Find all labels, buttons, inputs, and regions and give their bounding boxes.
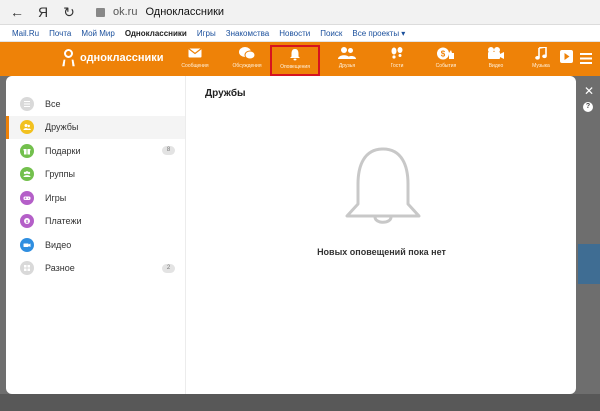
sidebar-item-misc[interactable]: Разное 2 xyxy=(6,257,185,281)
misc-count-badge: 2 xyxy=(162,263,175,273)
portal-links-bar: Mail.Ru Почта Мой Мир Одноклассники Игры… xyxy=(0,25,600,42)
notifications-sidebar: Все Дружбы Подарки 8 Группы Игры $ Плате… xyxy=(6,76,186,394)
sidebar-item-label: Группы xyxy=(45,169,75,180)
portal-link-myworld[interactable]: Мой Мир xyxy=(81,29,114,38)
sidebar-item-payments[interactable]: $ Платежи xyxy=(6,210,185,234)
video-camera-icon xyxy=(471,46,521,60)
nav-notifications[interactable]: Оповещения xyxy=(270,45,320,76)
play-icon[interactable] xyxy=(560,50,573,63)
music-note-icon xyxy=(516,46,566,60)
sidebar-item-label: Подарки xyxy=(45,145,81,156)
nav-messages[interactable]: Сообщения xyxy=(170,46,220,74)
envelope-icon xyxy=(170,46,220,60)
footprints-icon xyxy=(372,46,422,60)
sidebar-item-friendships[interactable]: Дружбы xyxy=(6,115,185,139)
events-icon: $ xyxy=(421,46,471,60)
chat-bubbles-icon xyxy=(222,46,272,60)
address-bar-title: Одноклассники xyxy=(145,6,225,18)
nav-music[interactable]: Музыка xyxy=(516,46,566,74)
notifications-modal: Все Дружбы Подарки 8 Группы Игры $ Плате… xyxy=(6,76,576,394)
portal-link-search[interactable]: Поиск xyxy=(320,29,342,38)
reload-button[interactable]: ↻ xyxy=(60,4,78,21)
background-side-panel xyxy=(578,244,600,284)
nav-guests[interactable]: Гости xyxy=(372,46,422,74)
gamepad-icon xyxy=(20,190,34,205)
ok-logo-text: одноклассники xyxy=(80,52,164,64)
sidebar-item-label: Разное xyxy=(45,263,75,274)
list-icon xyxy=(20,96,34,111)
empty-state-message: Новых оповещений пока нет xyxy=(317,247,446,257)
gift-icon xyxy=(20,143,34,158)
menu-icon[interactable] xyxy=(580,51,592,64)
portal-link-games[interactable]: Игры xyxy=(197,29,216,38)
groups-icon xyxy=(20,167,34,182)
portal-link-ok[interactable]: Одноклассники xyxy=(125,29,187,38)
sidebar-item-label: Все xyxy=(45,98,61,109)
lock-icon xyxy=(96,7,105,17)
portal-link-news[interactable]: Новости xyxy=(279,29,310,38)
bell-icon xyxy=(272,47,318,61)
address-bar-url[interactable]: ok.ru xyxy=(113,6,137,18)
portal-link-all-projects[interactable]: Все проекты ▾ xyxy=(352,29,405,38)
bell-icon xyxy=(345,147,421,224)
close-icon[interactable]: ✕ xyxy=(584,84,594,98)
yandex-logo-button[interactable]: Я xyxy=(34,4,52,20)
sidebar-item-video[interactable]: Видео xyxy=(6,233,185,257)
portal-link-dating[interactable]: Знакомства xyxy=(226,29,270,38)
ok-logo[interactable]: одноклассники xyxy=(62,49,164,67)
nav-discussions[interactable]: Обсуждения xyxy=(222,46,272,74)
sidebar-item-groups[interactable]: Группы xyxy=(6,163,185,187)
ok-header: одноклассники Сообщения Обсуждения Опове… xyxy=(0,42,600,76)
grid-icon xyxy=(20,261,34,276)
portal-link-mailru[interactable]: Mail.Ru xyxy=(12,29,39,38)
nav-friends[interactable]: Друзья xyxy=(322,46,372,74)
sidebar-item-all[interactable]: Все xyxy=(6,92,185,116)
help-icon[interactable]: ? xyxy=(583,102,593,112)
sidebar-item-games[interactable]: Игры xyxy=(6,186,185,210)
back-button[interactable]: ← xyxy=(8,4,26,20)
portal-link-mail[interactable]: Почта xyxy=(49,29,71,38)
notifications-content: Дружбы Новых оповещений пока нет xyxy=(187,76,576,394)
sidebar-item-gifts[interactable]: Подарки 8 xyxy=(6,139,185,163)
sidebar-item-label: Дружбы xyxy=(45,122,79,133)
coin-icon: $ xyxy=(20,214,34,229)
nav-video[interactable]: Видео xyxy=(471,46,521,74)
ok-logo-icon xyxy=(62,49,76,67)
friends-icon xyxy=(322,46,372,60)
page-title: Дружбы xyxy=(205,88,246,99)
gifts-count-badge: 8 xyxy=(162,146,175,155)
sidebar-item-label: Видео xyxy=(45,239,72,250)
browser-toolbar: ← Я ↻ ok.ru Одноклассники xyxy=(0,0,600,25)
sidebar-item-label: Игры xyxy=(45,192,67,203)
svg-text:$: $ xyxy=(441,49,446,58)
nav-events[interactable]: $ События xyxy=(421,46,471,74)
friends-icon xyxy=(20,120,34,135)
sidebar-item-label: Платежи xyxy=(45,216,82,227)
background-page-area xyxy=(0,394,600,411)
video-camera-icon xyxy=(20,237,34,252)
